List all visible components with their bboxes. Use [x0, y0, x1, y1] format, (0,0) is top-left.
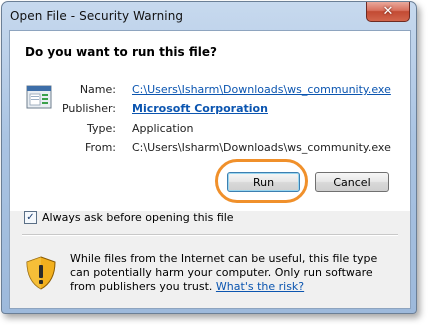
- cancel-button[interactable]: Cancel: [315, 172, 389, 192]
- run-button[interactable]: Run: [227, 172, 300, 192]
- shield-warning-icon: [26, 256, 56, 290]
- file-info-panel: Do you want to run this file? Name: C:\U…: [10, 31, 410, 211]
- security-warning-dialog: Open File - Security Warning ✕ Do you wa…: [1, 1, 417, 314]
- publisher-value-link[interactable]: Microsoft Corporation: [132, 102, 268, 115]
- close-button[interactable]: ✕: [366, 2, 410, 22]
- separator: [22, 234, 398, 236]
- always-ask-option[interactable]: ✓ Always ask before opening this file: [24, 211, 234, 224]
- name-value-link[interactable]: C:\Users\Isharm\Downloads\ws_community.e…: [132, 83, 391, 96]
- question-heading: Do you want to run this file?: [25, 45, 217, 59]
- name-label: Name:: [79, 83, 116, 96]
- type-label: Type:: [87, 122, 116, 135]
- title-bar[interactable]: Open File - Security Warning ✕: [2, 2, 416, 30]
- from-value: C:\Users\Isharm\Downloads\ws_community.e…: [132, 141, 391, 154]
- dialog-body: Do you want to run this file? Name: C:\U…: [9, 30, 411, 309]
- whats-the-risk-link[interactable]: What's the risk?: [216, 280, 304, 293]
- always-ask-label[interactable]: Always ask before opening this file: [42, 211, 234, 224]
- publisher-label: Publisher:: [61, 102, 116, 115]
- checkmark-icon: ✓: [26, 211, 35, 223]
- close-icon: ✕: [382, 4, 394, 19]
- type-value: Application: [132, 122, 194, 135]
- warning-message: While files from the Internet can be use…: [70, 252, 388, 294]
- from-label: From:: [85, 141, 116, 154]
- window-title: Open File - Security Warning: [10, 9, 184, 23]
- always-ask-checkbox[interactable]: ✓: [24, 211, 37, 224]
